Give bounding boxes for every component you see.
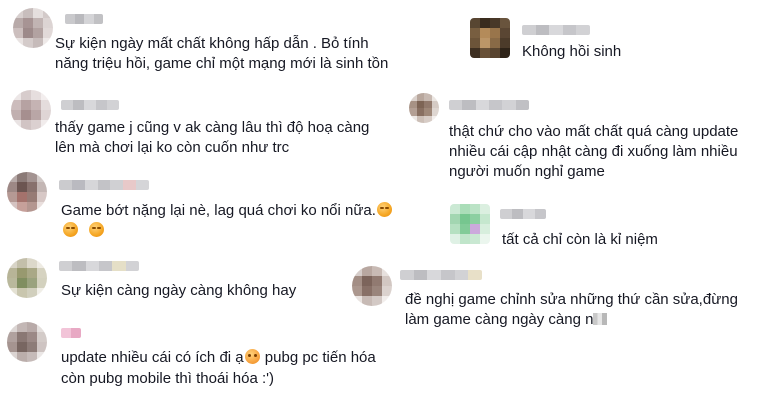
pensive-face-emoji-icon (376, 202, 392, 217)
avatar[interactable] (470, 18, 510, 58)
avatar[interactable] (13, 8, 53, 48)
username-redacted[interactable] (59, 261, 139, 271)
comment-text: Sự kiện ngày mất chất không hấp dẫn . Bỏ… (55, 35, 369, 52)
comment-text: update nhiều cái có ích đi ạ pubg pc tiế… (61, 348, 376, 368)
username-redacted[interactable] (449, 100, 529, 110)
comment-text: năng triệu hồi, game chỉ một mạng mới là… (55, 55, 389, 72)
username-redacted[interactable] (522, 25, 590, 35)
pensive-face-emoji-icon (89, 222, 105, 237)
username-redacted[interactable] (61, 328, 81, 338)
comment-text (62, 221, 105, 241)
comment-text: lên mà chơi lại ko còn cuốn như trc (55, 139, 290, 156)
username-redacted[interactable] (61, 100, 119, 110)
username-redacted[interactable] (59, 180, 149, 190)
avatar[interactable] (352, 266, 392, 306)
comment-text-content: update nhiều cái có ích đi ạ (61, 349, 244, 366)
comment-text: nhiều cái cập nhật càng đi xuống làm nhi… (449, 143, 738, 160)
avatar[interactable] (409, 93, 439, 123)
comment-text-content: làm game càng ngày càng n (405, 311, 594, 328)
avatar[interactable] (7, 258, 47, 298)
username-redacted[interactable] (65, 14, 103, 24)
comment-text-content: Game bớt nặng lại nè, lag quá chơi ko nổ… (61, 202, 376, 219)
avatar[interactable] (7, 322, 47, 362)
pixelated-text-redaction (593, 313, 608, 325)
username-redacted[interactable] (500, 209, 546, 219)
avatar[interactable] (450, 204, 490, 244)
comment-text: Không hồi sinh (522, 43, 622, 60)
avatar[interactable] (11, 90, 51, 130)
comment-text-content: pubg pc tiến hóa (260, 349, 376, 366)
comment-text: người muốn nghỉ game (449, 163, 605, 180)
crying-face-emoji-icon (244, 349, 260, 364)
comment-text: Game bớt nặng lại nè, lag quá chơi ko nổ… (61, 201, 393, 221)
comment-text: làm game càng ngày càng n (405, 310, 608, 330)
comment-text: đề nghị game chỉnh sửa những thứ cần sửa… (405, 291, 738, 308)
comment-text: Sự kiện càng ngày càng không hay (61, 282, 297, 299)
comment-text: còn pubg mobile thì thoái hóa :') (61, 370, 275, 387)
comment-text: tất cả chỉ còn là kỉ niệm (502, 231, 658, 248)
pensive-face-emoji-icon (63, 222, 78, 237)
avatar[interactable] (7, 172, 47, 212)
username-redacted[interactable] (400, 270, 482, 280)
comment-text: thấy game j cũng v ak càng lâu thì độ ho… (55, 119, 370, 136)
comment-text: thật chứ cho vào mất chất quá càng updat… (449, 123, 739, 140)
